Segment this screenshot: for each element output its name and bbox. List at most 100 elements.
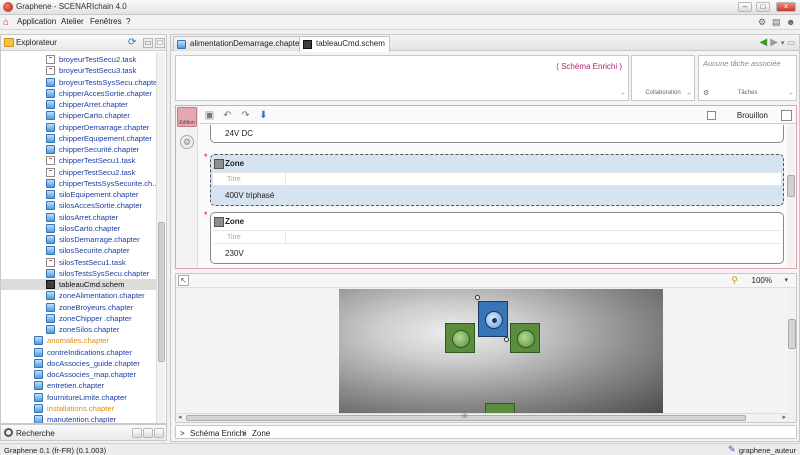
zoom-dropdown-icon[interactable]: ▾ bbox=[784, 276, 788, 284]
menu-atelier[interactable]: Atelier bbox=[61, 17, 84, 26]
tree-item[interactable]: chipperArret.chapter bbox=[45, 99, 131, 110]
tree-item[interactable]: docAssocies_map.chapter bbox=[33, 369, 139, 380]
tree-item[interactable]: chipperEquipement.chapter bbox=[45, 133, 155, 144]
folder-icon bbox=[4, 38, 14, 47]
scroll-thumb[interactable] bbox=[158, 222, 165, 362]
restore-icon[interactable]: ▭ bbox=[787, 38, 795, 47]
tree-item[interactable]: broyeurTestSecu2.task bbox=[45, 54, 139, 65]
tree-item[interactable]: silosDemarrage.chapter bbox=[45, 234, 143, 245]
panel-maximize-button[interactable]: □ bbox=[155, 38, 165, 48]
tree-item[interactable]: silosArret.chapter bbox=[45, 212, 121, 223]
download-icon[interactable]: ⬇ bbox=[258, 110, 269, 121]
green-button-component[interactable] bbox=[485, 403, 515, 413]
settings-icon[interactable]: ⚙ bbox=[180, 135, 194, 149]
tree-item[interactable]: chipperAccesSortie.chapter bbox=[45, 88, 155, 99]
schema-canvas[interactable] bbox=[176, 289, 788, 413]
zone-value[interactable]: 230V bbox=[225, 249, 244, 258]
panel-minimize-button[interactable]: ▭ bbox=[143, 38, 153, 48]
forward-arrow-icon[interactable]: ▶ bbox=[770, 37, 778, 48]
back-arrow-icon[interactable]: ◀ bbox=[760, 37, 768, 48]
select-tool-icon[interactable]: ↖ bbox=[178, 275, 189, 286]
scroll-thumb[interactable] bbox=[788, 319, 796, 349]
zoom-icon[interactable]: ⚲ bbox=[731, 275, 738, 286]
tree-item[interactable]: zoneAlimentation.chapter bbox=[45, 290, 148, 301]
menu-application[interactable]: Application bbox=[17, 17, 56, 26]
tree-item[interactable]: tableauCmd.schem bbox=[1, 279, 157, 290]
tab-tableau-cmd[interactable]: tableauCmd.schem bbox=[299, 36, 390, 52]
tree-item[interactable]: chipperTestSecu2.task bbox=[45, 167, 138, 178]
tree-item[interactable]: fournitureLimite.chapter bbox=[33, 392, 130, 403]
tree-item[interactable]: chipperCarto.chapter bbox=[45, 110, 133, 121]
chapter-file-icon bbox=[46, 145, 55, 154]
close-button[interactable]: × bbox=[776, 2, 796, 12]
redo-icon[interactable]: ↷ bbox=[240, 110, 251, 121]
tree-item[interactable]: contreIndications.chapter bbox=[33, 347, 135, 358]
zone-value[interactable]: 400V triphasé bbox=[225, 191, 274, 200]
blue-socket-component[interactable] bbox=[478, 301, 508, 337]
tree-item[interactable]: chipperTestsSysSecurite.ch... bbox=[45, 178, 157, 189]
chapter-file-icon bbox=[46, 190, 55, 199]
edition-button[interactable]: Edition bbox=[177, 107, 197, 127]
green-button-component[interactable] bbox=[445, 323, 475, 353]
brouillon-checkbox[interactable] bbox=[707, 111, 716, 120]
search-panel[interactable]: Recherche bbox=[0, 424, 167, 441]
breadcrumb-schema[interactable]: Schéma Enrichi bbox=[190, 429, 246, 438]
scroll-thumb[interactable] bbox=[787, 175, 795, 197]
schema-vscrollbar[interactable] bbox=[788, 289, 796, 413]
tree-item[interactable]: chipperSecurité.chapter bbox=[45, 144, 142, 155]
titre-input[interactable] bbox=[285, 231, 781, 243]
tree-item[interactable]: installations.chapter bbox=[33, 403, 117, 414]
tree-item[interactable]: siloEquipement.chapter bbox=[45, 189, 141, 200]
tab-alimentation-demarrage[interactable]: alimentationDemarrage.chapter bbox=[173, 36, 308, 51]
resize-handle[interactable] bbox=[504, 337, 509, 342]
text-block[interactable]: 24V DC bbox=[210, 125, 784, 143]
minimize-button[interactable]: – bbox=[738, 2, 752, 12]
search-restore-button[interactable] bbox=[143, 428, 153, 438]
menu-help[interactable]: ? bbox=[126, 17, 130, 26]
zone-block[interactable]: * Zone Titre 400V triphasé bbox=[204, 152, 784, 206]
dropdown-icon[interactable]: ▾ bbox=[781, 40, 785, 47]
home-icon[interactable]: ⌂ bbox=[3, 17, 14, 28]
tree-item[interactable]: silosAccesSortie.chapter bbox=[45, 200, 145, 211]
tree-item[interactable]: silosTestSecu1.task bbox=[45, 257, 129, 268]
settings-icon[interactable]: ⚙ bbox=[758, 17, 769, 28]
titre-field[interactable]: Titre bbox=[213, 172, 781, 186]
explorer-scrollbar[interactable] bbox=[156, 52, 165, 423]
menu-fenetres[interactable]: Fenêtres bbox=[90, 17, 122, 26]
tree-item[interactable]: entretien.chapter bbox=[33, 380, 107, 391]
user-icon[interactable]: ☻ bbox=[786, 17, 797, 28]
tree-item[interactable]: chipperDemarrage.chapter bbox=[45, 122, 152, 133]
edition-scrollbar[interactable] bbox=[787, 125, 795, 267]
tree-item[interactable]: anomalies.chapter bbox=[33, 335, 112, 346]
sync-icon[interactable]: ⟳ bbox=[128, 37, 136, 48]
document-icon[interactable]: ▤ bbox=[772, 17, 783, 28]
titre-input[interactable] bbox=[285, 173, 781, 185]
schema-enrichi-label[interactable]: ( Schéma Enrichi ) bbox=[556, 62, 622, 71]
search-minimize-button[interactable] bbox=[132, 428, 142, 438]
scroll-right-icon[interactable]: ▸ bbox=[782, 413, 786, 421]
zone-block[interactable]: * Zone Titre 230V bbox=[204, 210, 784, 264]
tree-item[interactable]: manutention.chapter bbox=[33, 414, 119, 423]
tree-item[interactable]: silosCarto.chapter bbox=[45, 223, 123, 234]
save-icon[interactable]: ▣ bbox=[204, 110, 215, 121]
tree-item[interactable]: docAssocies_guide.chapter bbox=[33, 358, 143, 369]
maximize-button[interactable]: □ bbox=[756, 2, 770, 12]
tree-item[interactable]: zoneChipper .chapter bbox=[45, 313, 135, 324]
zoom-level[interactable]: 100% bbox=[752, 276, 772, 285]
tree-item[interactable]: broyeurTestSecu3.task bbox=[45, 65, 139, 76]
resize-handle[interactable] bbox=[475, 295, 480, 300]
search-maximize-button[interactable] bbox=[154, 428, 164, 438]
tree-item[interactable]: silosSecurite.chapter bbox=[45, 245, 133, 256]
tree-item[interactable]: zoneBroyeurs.chapter bbox=[45, 302, 136, 313]
undo-icon[interactable]: ↶ bbox=[222, 110, 233, 121]
tree-item[interactable]: zoneSilos.chapter bbox=[45, 324, 122, 335]
scroll-left-icon[interactable]: ◂ bbox=[178, 413, 182, 421]
green-button-component[interactable] bbox=[510, 323, 540, 353]
tree-item[interactable]: chipperTestSecu1.task bbox=[45, 155, 138, 166]
toggle-view-button[interactable] bbox=[781, 110, 792, 121]
tree-item[interactable]: silosTestsSysSecu.chapter bbox=[45, 268, 152, 279]
titre-field[interactable]: Titre bbox=[213, 230, 781, 244]
tree-item[interactable]: broyeurTestsSysSecu.chapter bbox=[45, 77, 157, 88]
breadcrumb-zone[interactable]: Zone bbox=[252, 429, 270, 438]
schema-hscrollbar[interactable]: ◂ III ▸ bbox=[176, 413, 788, 422]
